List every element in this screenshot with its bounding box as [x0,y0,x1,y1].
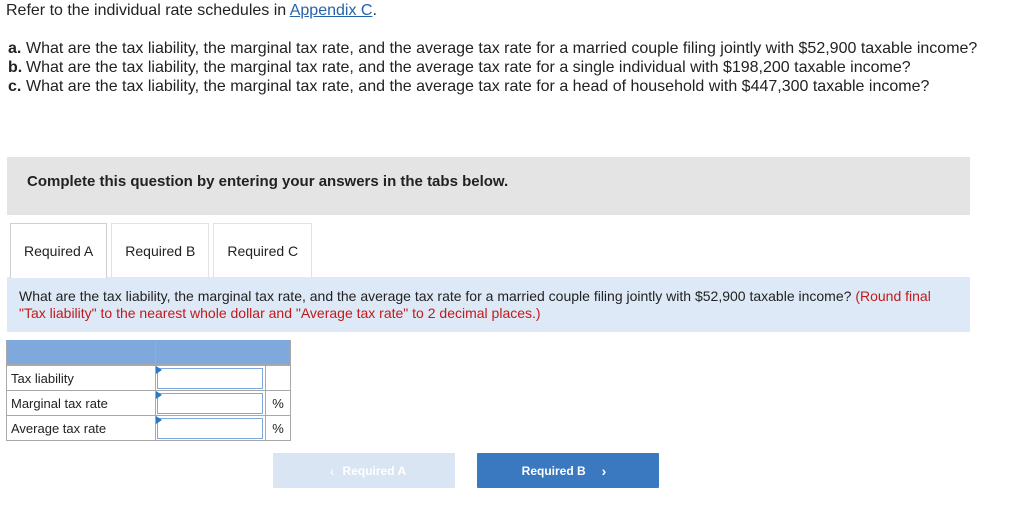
prev-required-a-button[interactable]: ‹ Required A [273,453,455,488]
unit-label: % [265,415,291,441]
input-cell [155,365,266,391]
header-cell [155,340,291,365]
intro-suffix: . [372,2,377,19]
header-cell [6,340,156,365]
question-prompt: What are the tax liability, the marginal… [7,277,970,332]
input-flag-icon [156,366,162,374]
question-label: a. [8,40,22,57]
question-c: c. What are the tax liability, the margi… [8,77,1008,96]
input-flag-icon [156,391,162,399]
question-a: a. What are the tax liability, the margi… [8,39,1008,58]
row-label: Marginal tax rate [6,390,156,416]
table-row: Marginal tax rate % [6,390,291,416]
question-label: b. [8,59,23,76]
chevron-left-icon: ‹ [329,462,335,479]
row-label: Average tax rate [6,415,156,441]
next-required-b-button[interactable]: Required B › [477,453,659,488]
question-text: What are the tax liability, the marginal… [26,59,911,76]
next-button-label: Required B [521,463,586,478]
unit-label: % [265,390,291,416]
table-header-row [6,340,291,365]
appendix-c-link[interactable]: Appendix C [290,2,373,19]
table-row: Tax liability [6,365,291,391]
average-tax-rate-input[interactable] [157,417,263,439]
tab-required-c[interactable]: Required C [213,223,313,277]
tab-required-a[interactable]: Required A [10,223,108,278]
input-flag-icon [156,416,162,424]
table-row: Average tax rate % [6,415,291,441]
question-text: What are the tax liability, the marginal… [26,40,978,57]
input-cell [155,390,266,416]
question-list: a. What are the tax liability, the margi… [8,39,1008,96]
marginal-tax-rate-input[interactable] [157,392,263,414]
banner-text: Complete this question by entering your … [27,173,509,190]
intro-text: Refer to the individual rate schedules i… [6,2,377,20]
tab-required-b[interactable]: Required B [111,223,210,277]
prompt-text: What are the tax liability, the marginal… [19,288,856,304]
tax-liability-input[interactable] [157,367,263,389]
question-text: What are the tax liability, the marginal… [26,78,930,95]
question-b: b. What are the tax liability, the margi… [8,58,1008,77]
tab-bar: Required A Required B Required C [10,223,316,278]
answer-table: Tax liability Marginal tax rate % Averag… [6,340,291,441]
question-label: c. [8,78,22,95]
instruction-banner: Complete this question by entering your … [7,157,970,215]
intro-label: Refer to the individual rate schedules i… [6,2,290,19]
input-cell [155,415,266,441]
prev-button-label: Required A [342,463,407,478]
chevron-right-icon: › [601,462,607,479]
row-label: Tax liability [6,365,156,391]
unit-label [265,365,291,391]
